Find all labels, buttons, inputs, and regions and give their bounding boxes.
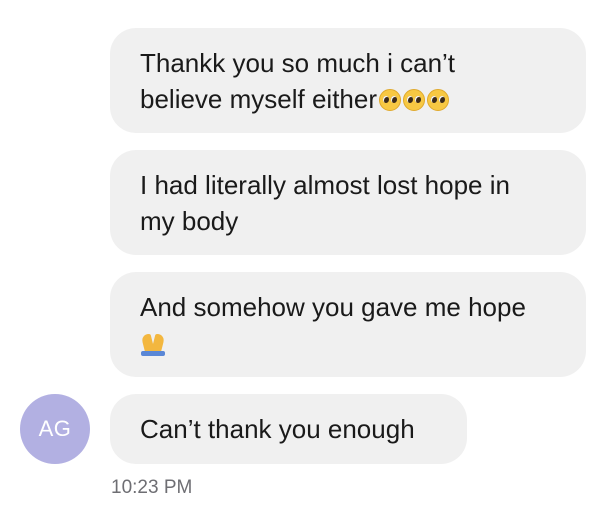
message-bubble[interactable]: Can’t thank you enough bbox=[110, 394, 467, 464]
pleading-face-icon bbox=[427, 89, 449, 111]
avatar[interactable]: AG bbox=[20, 394, 90, 464]
folded-hands-icon bbox=[140, 330, 166, 356]
message-text-line: Thankk you so much i can’t bbox=[140, 48, 456, 78]
message-bubble[interactable]: Thankk you so much i can’t believe mysel… bbox=[110, 28, 586, 133]
pleading-face-icon bbox=[403, 89, 425, 111]
pleading-face-icon bbox=[379, 89, 401, 111]
message-text-line: my body bbox=[140, 206, 239, 236]
message-timestamp: 10:23 PM bbox=[111, 477, 193, 498]
message-text-line: believe myself either bbox=[140, 81, 556, 117]
message-text-fragment: believe myself either bbox=[140, 84, 377, 114]
message-emoji-line bbox=[140, 325, 556, 361]
message-text-line: And somehow you gave me hope bbox=[140, 292, 526, 322]
message-bubble[interactable]: And somehow you gave me hope bbox=[110, 272, 586, 377]
message-bubble[interactable]: I had literally almost lost hope in my b… bbox=[110, 150, 586, 255]
message-text-line: I had literally almost lost hope in bbox=[140, 170, 510, 200]
message-text-line: Can’t thank you enough bbox=[140, 414, 415, 444]
